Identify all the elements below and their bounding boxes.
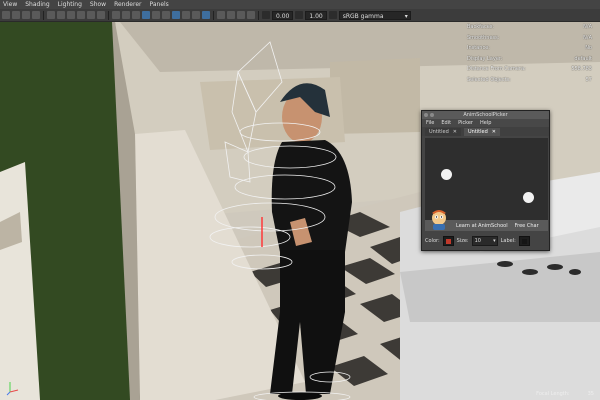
learn-at-animschool-link[interactable]: Learn at AnimSchool xyxy=(456,223,508,229)
xray-icon[interactable] xyxy=(227,11,235,19)
grid-icon[interactable] xyxy=(47,11,55,19)
toolbar-divider xyxy=(213,10,214,20)
xray-joints-icon[interactable] xyxy=(237,11,245,19)
picker-menu-file[interactable]: File xyxy=(426,120,434,126)
size-select[interactable]: 10 xyxy=(471,236,498,246)
picker-tabbar: Untitled ✕ Untitled ✕ xyxy=(422,127,549,136)
animschool-picker-window: AnimSchoolPicker File Edit Picker Help U… xyxy=(421,110,550,251)
menu-view[interactable]: View xyxy=(3,1,17,8)
hud-value: 558.783 xyxy=(571,66,592,72)
menu-panels[interactable]: Panels xyxy=(149,1,168,8)
menu-show[interactable]: Show xyxy=(90,1,106,8)
picker-canvas[interactable]: Learn at AnimSchool Free Char xyxy=(425,138,548,231)
film-gate-icon[interactable] xyxy=(57,11,65,19)
hud-value: default xyxy=(574,55,592,62)
exposure-field[interactable]: 0.00 xyxy=(272,10,294,20)
hud-value: N/A xyxy=(583,34,592,41)
wireframe-icon[interactable] xyxy=(112,11,120,19)
bookmark-icon[interactable] xyxy=(22,11,30,19)
backface-culling-icon[interactable] xyxy=(247,11,255,19)
antialias-icon[interactable] xyxy=(202,11,210,19)
default-material-icon[interactable] xyxy=(132,11,140,19)
safe-action-icon[interactable] xyxy=(97,11,105,19)
toolbar-divider xyxy=(258,10,259,20)
animschool-mascot-icon xyxy=(432,209,446,230)
toolbar-divider xyxy=(108,10,109,20)
size-label: Size: xyxy=(456,238,469,244)
ambient-occlusion-icon[interactable] xyxy=(182,11,190,19)
close-tab-icon[interactable]: ✕ xyxy=(492,129,496,135)
picker-menu-picker[interactable]: Picker xyxy=(458,120,473,126)
menu-shading[interactable]: Shading xyxy=(25,1,49,8)
focal-length-readout: Focal Length: 35 xyxy=(536,391,594,397)
picker-options-bar: Color: Size: 10 Label: xyxy=(422,232,551,250)
axis-gizmo-icon xyxy=(6,382,19,396)
viewport-menubar: View Shading Lighting Show Renderer Pane… xyxy=(0,0,600,9)
smooth-shade-icon[interactable] xyxy=(122,11,130,19)
textured-icon[interactable] xyxy=(152,11,160,19)
select-camera-icon[interactable] xyxy=(2,11,10,19)
color-management-icon[interactable] xyxy=(328,11,337,19)
wireframe-on-shaded-icon[interactable] xyxy=(142,11,150,19)
tab-label: Untitled xyxy=(467,129,488,135)
picker-menu-help[interactable]: Help xyxy=(480,120,491,126)
label-color-swatch[interactable] xyxy=(518,236,530,246)
picker-button[interactable] xyxy=(441,169,452,180)
hud-value: 57 xyxy=(585,76,592,83)
picker-title: AnimSchoolPicker xyxy=(463,112,508,118)
tab-label: Untitled xyxy=(429,129,449,135)
label-swatch-fill xyxy=(521,238,527,244)
lights-icon[interactable] xyxy=(162,11,170,19)
hud-row: Instance: No xyxy=(467,43,592,54)
hud-row: Backfaces: N/A xyxy=(467,22,592,33)
heads-up-display: Backfaces: N/A Smoothness: N/A Instance: No… xyxy=(467,22,592,85)
hud-label: Selected Objects: xyxy=(467,76,511,83)
exposure-icon[interactable] xyxy=(262,11,270,19)
picker-menu-edit[interactable]: Edit xyxy=(441,120,451,126)
hud-row: Distance From Camera: 558.783 xyxy=(467,64,592,75)
picker-menubar: File Edit Picker Help xyxy=(422,119,549,127)
field-chart-icon[interactable] xyxy=(87,11,95,19)
camera-attributes-icon[interactable] xyxy=(12,11,20,19)
hud-label: Instance: xyxy=(467,45,490,51)
color-swatch[interactable] xyxy=(442,236,454,246)
resolution-gate-icon[interactable] xyxy=(67,11,75,19)
gamma-field[interactable]: 1.00 xyxy=(305,10,327,20)
hud-label: Backfaces: xyxy=(467,24,495,30)
animschool-banner[interactable]: Learn at AnimSchool Free Char xyxy=(425,209,548,231)
focal-length-value: 35 xyxy=(587,391,594,397)
hud-row: Smoothness: N/A xyxy=(467,33,592,44)
motion-blur-icon[interactable] xyxy=(192,11,200,19)
viewport-toolbar: 0.00 1.00 sRGB gamma xyxy=(0,9,600,22)
menu-lighting[interactable]: Lighting xyxy=(58,1,82,8)
hud-value: N/A xyxy=(583,24,592,30)
menu-renderer[interactable]: Renderer xyxy=(114,1,141,8)
toolbar-divider xyxy=(43,10,44,20)
tab-untitled-1[interactable]: Untitled ✕ xyxy=(425,128,461,136)
hud-value: No xyxy=(585,45,592,51)
gamma-icon[interactable] xyxy=(295,11,304,19)
close-tab-icon[interactable]: ✕ xyxy=(453,129,457,135)
tab-untitled-2[interactable]: Untitled ✕ xyxy=(463,128,500,136)
label-label: Label: xyxy=(500,238,516,244)
picker-titlebar[interactable]: AnimSchoolPicker xyxy=(422,111,549,119)
shadows-icon[interactable] xyxy=(172,11,180,19)
hud-label: Distance From Camera: xyxy=(467,66,526,72)
image-plane-icon[interactable] xyxy=(32,11,40,19)
isolate-select-icon[interactable] xyxy=(217,11,225,19)
hud-row: Selected Objects: 57 xyxy=(467,75,592,86)
hud-label: Smoothness: xyxy=(467,34,500,41)
color-space-select[interactable]: sRGB gamma xyxy=(338,10,411,21)
color-swatch-fill xyxy=(445,238,451,244)
gate-mask-icon[interactable] xyxy=(77,11,85,19)
color-label: Color: xyxy=(425,238,440,244)
focal-length-label: Focal Length: xyxy=(536,391,570,397)
free-char-link[interactable]: Free Char xyxy=(515,223,539,229)
picker-button[interactable] xyxy=(523,192,534,203)
hud-row: Display Layer: default xyxy=(467,54,592,65)
hud-label: Display Layer: xyxy=(467,55,503,62)
